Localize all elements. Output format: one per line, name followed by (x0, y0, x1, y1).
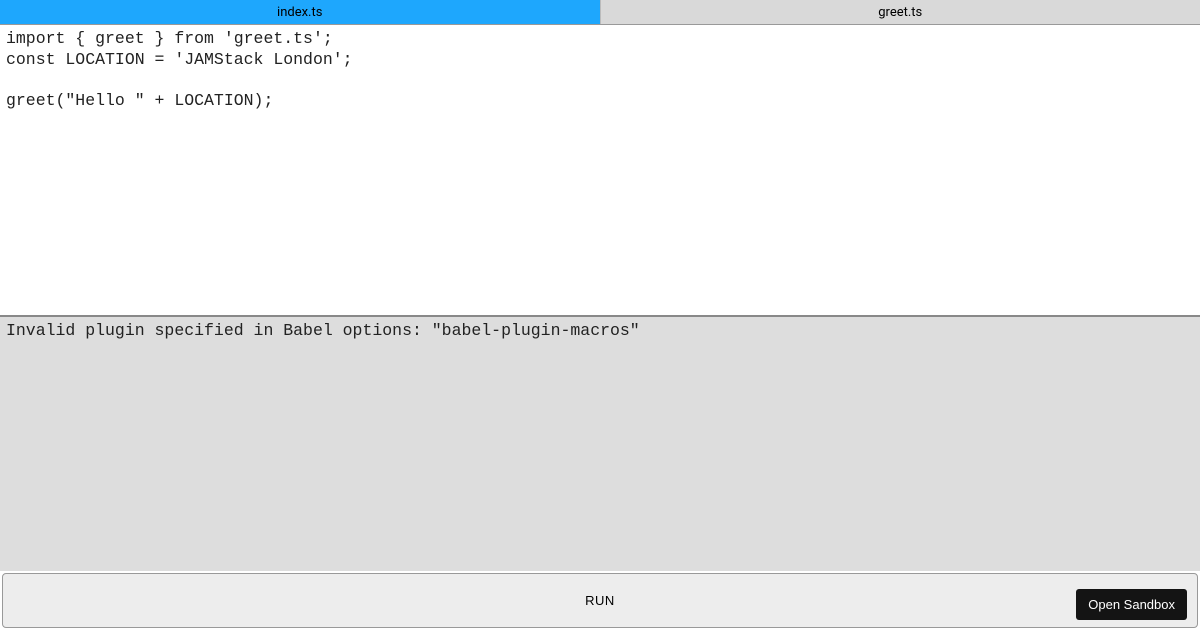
tab-index-ts[interactable]: index.ts (0, 0, 601, 24)
open-sandbox-button[interactable]: Open Sandbox (1076, 589, 1187, 620)
run-button[interactable]: RUN (585, 593, 615, 608)
file-tabs: index.ts greet.ts (0, 0, 1200, 25)
toolbar: RUN Open Sandbox (2, 573, 1198, 628)
output-panel: Invalid plugin specified in Babel option… (0, 315, 1200, 571)
tab-greet-ts[interactable]: greet.ts (601, 0, 1200, 24)
code-editor[interactable]: import { greet } from 'greet.ts'; const … (0, 25, 1200, 315)
